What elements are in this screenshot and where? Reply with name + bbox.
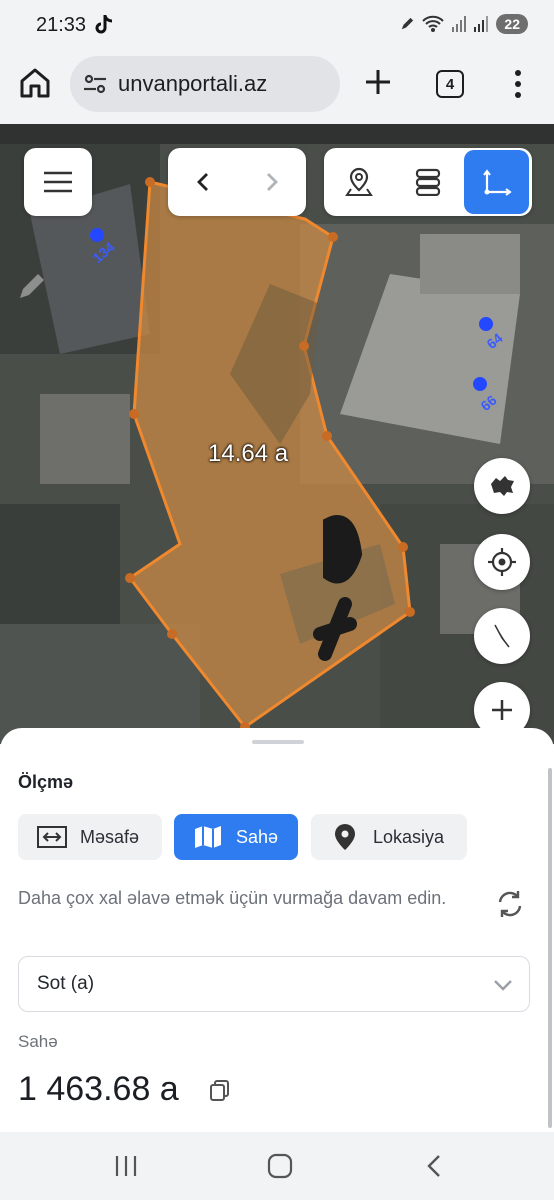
back-icon bbox=[196, 173, 208, 191]
country-view-button[interactable] bbox=[474, 458, 530, 514]
menu-button[interactable] bbox=[24, 148, 92, 216]
parcel-number-66: 66 bbox=[477, 392, 499, 414]
browser-toolbar: unvanportali.az 4 bbox=[0, 52, 554, 124]
mode-location-button[interactable]: Lokasiya bbox=[311, 814, 467, 860]
compass-icon bbox=[494, 624, 510, 648]
unit-select-value: Sot (a) bbox=[37, 973, 95, 994]
sheet-title: Ölçmə bbox=[18, 772, 74, 792]
url-text: unvanportali.az bbox=[118, 71, 268, 96]
map-tools bbox=[324, 148, 532, 216]
area-label: 14.64 a bbox=[208, 440, 289, 467]
pencil-icon[interactable] bbox=[14, 270, 48, 304]
map-icon bbox=[195, 826, 221, 848]
status-icons: 22 bbox=[400, 14, 528, 34]
distance-icon bbox=[37, 826, 67, 848]
chevron-down-icon bbox=[494, 980, 512, 991]
unit-select[interactable]: Sot (a) bbox=[18, 956, 530, 1012]
site-settings-icon[interactable] bbox=[82, 71, 108, 97]
tabs-button[interactable]: 4 bbox=[436, 70, 464, 98]
mode-distance-button[interactable]: Məsafə bbox=[18, 814, 162, 860]
mode-location-label: Lokasiya bbox=[373, 826, 445, 847]
battery-badge: 22 bbox=[496, 14, 528, 34]
mode-area-button[interactable]: Sahə bbox=[174, 814, 298, 860]
plus-icon[interactable] bbox=[362, 66, 394, 98]
locate-button[interactable] bbox=[474, 534, 530, 590]
location-pin-button[interactable] bbox=[324, 148, 393, 216]
signal-icon bbox=[474, 16, 489, 32]
sheet-handle[interactable] bbox=[252, 740, 304, 744]
home-icon[interactable] bbox=[18, 66, 52, 100]
parcel-number-134: 134 bbox=[89, 239, 117, 266]
system-home-button[interactable] bbox=[260, 1150, 300, 1182]
status-bar: 21:33 22 bbox=[0, 0, 554, 52]
home-icon bbox=[267, 1153, 293, 1179]
signal-icon bbox=[452, 16, 467, 32]
measure-button[interactable] bbox=[464, 150, 529, 214]
recents-button[interactable] bbox=[106, 1150, 146, 1182]
wifi-icon bbox=[422, 15, 445, 32]
system-nav-bar bbox=[0, 1132, 554, 1200]
history-nav bbox=[168, 148, 306, 216]
parcel-numbers: 134 64 66 bbox=[89, 239, 505, 414]
status-time: 21:33 bbox=[36, 14, 87, 36]
system-back-button[interactable] bbox=[414, 1150, 454, 1182]
menu-icon bbox=[44, 171, 72, 193]
locate-icon bbox=[488, 548, 516, 576]
more-icon[interactable] bbox=[508, 68, 528, 100]
layers-icon bbox=[415, 168, 440, 196]
satellite-map[interactable]: 134 64 66 14.64 a bbox=[0, 124, 554, 744]
copy-icon[interactable] bbox=[208, 1078, 232, 1102]
zoom-in-icon bbox=[492, 700, 512, 720]
measure-icon bbox=[482, 169, 512, 196]
address-bar[interactable]: unvanportali.az bbox=[70, 56, 340, 112]
azerbaijan-map-icon bbox=[491, 476, 514, 496]
parcel-number-64: 64 bbox=[483, 330, 505, 352]
back-icon bbox=[427, 1155, 440, 1177]
forward-icon bbox=[266, 173, 278, 191]
tiktok-icon bbox=[95, 15, 113, 34]
forward-button[interactable] bbox=[237, 148, 306, 216]
mode-distance-label: Məsafə bbox=[80, 826, 140, 847]
scrollbar[interactable] bbox=[548, 768, 552, 1128]
pen-icon bbox=[402, 17, 414, 30]
result-label: Sahə bbox=[18, 1032, 58, 1051]
reset-icon[interactable] bbox=[494, 888, 526, 920]
back-button[interactable] bbox=[168, 148, 237, 216]
measure-hint: Daha çox xal əlavə etmək üçün vurmağa da… bbox=[18, 888, 447, 908]
mode-area-label: Sahə bbox=[236, 826, 279, 847]
pin-icon bbox=[335, 824, 355, 850]
layers-button[interactable] bbox=[393, 148, 462, 216]
recents-icon bbox=[115, 1156, 137, 1176]
measure-sheet: Ölçmə Məsafə Sahə Lokasiya Daha çox xal … bbox=[0, 728, 554, 1132]
result-value: 1 463.68 a bbox=[18, 1070, 179, 1108]
compass-button[interactable] bbox=[474, 608, 530, 664]
location-pin-icon bbox=[344, 167, 373, 196]
